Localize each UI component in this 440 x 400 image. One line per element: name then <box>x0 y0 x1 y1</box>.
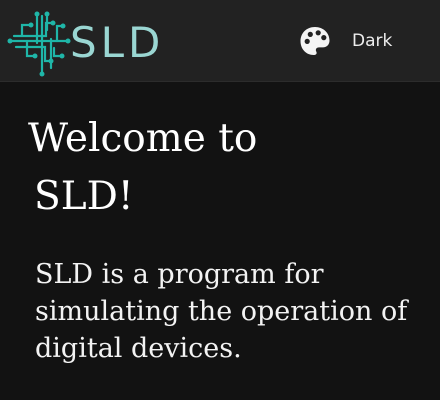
palette-icon <box>300 27 330 55</box>
sld-logo[interactable]: SLD <box>6 8 186 78</box>
top-header: SLD Dark <box>0 0 440 82</box>
title-line-2: SLD! <box>34 174 134 219</box>
theme-label: Dark <box>352 31 393 51</box>
title-line-1: Welcome to <box>28 116 258 161</box>
page-title: Welcome to SLD! <box>28 110 358 226</box>
main-content: Welcome to SLD! SLD is a program for sim… <box>0 82 440 400</box>
theme-toggle-button[interactable]: Dark <box>298 24 392 58</box>
logo-text: SLD <box>70 18 164 67</box>
intro-description: SLD is a program for simulating the oper… <box>35 259 408 364</box>
logo-mark-icon: SLD <box>7 11 164 77</box>
